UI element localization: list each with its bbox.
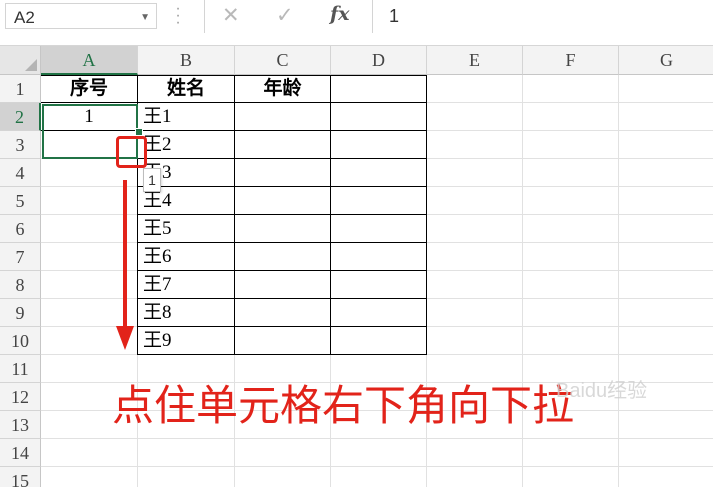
formula-input[interactable]: 1 — [376, 3, 713, 29]
chevron-down-icon[interactable]: ▼ — [140, 12, 150, 23]
watermark: Baidu经验 — [556, 380, 648, 402]
formula-value: 1 — [389, 6, 400, 26]
cancel-icon[interactable]: ✕ — [222, 3, 240, 28]
divider — [372, 0, 373, 33]
instruction-caption: 点住单元格右下角向下拉 — [112, 381, 575, 430]
divider — [204, 0, 205, 33]
drag-handle-icon[interactable]: · · · — [173, 1, 183, 31]
name-box-value: A2 — [14, 8, 35, 27]
insert-function-icon[interactable]: fx — [330, 3, 350, 25]
name-box[interactable]: A2 ▼ — [5, 3, 157, 29]
confirm-icon[interactable]: ✓ — [276, 3, 294, 28]
formula-bar: A2 ▼ · · · ✕ ✓ fx 1 — [0, 0, 713, 33]
